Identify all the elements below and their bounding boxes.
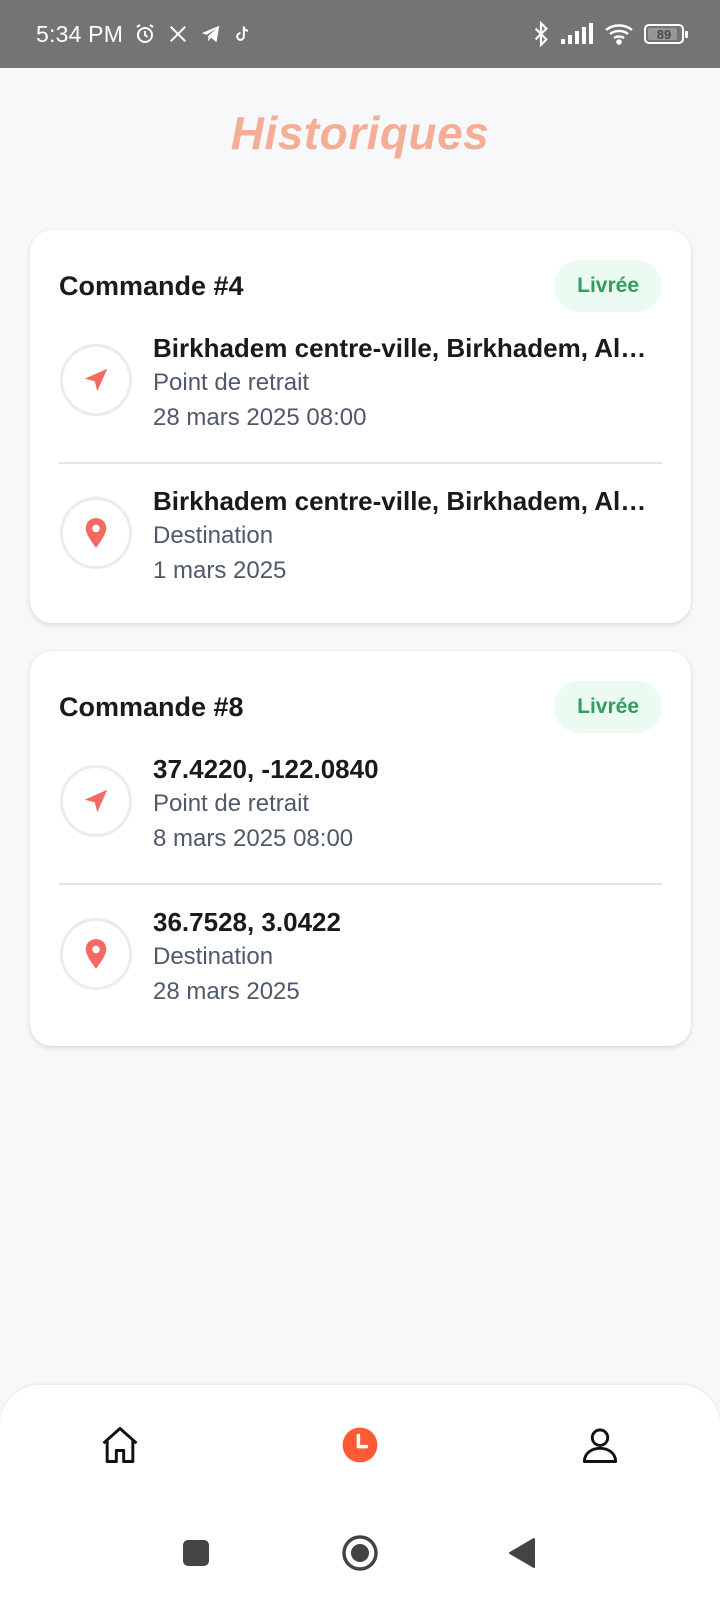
signal-icon [560, 23, 594, 45]
order-card-header: Commande #4 Livrée [59, 260, 662, 312]
pickup-label: Point de retrait [153, 790, 310, 817]
back-button[interactable] [494, 1525, 550, 1581]
pickup-date: 8 mars 2025 08:00 [153, 825, 354, 852]
order-card[interactable]: Commande #4 Livrée Birkhadem centre-vill… [30, 230, 691, 623]
nav-profile[interactable] [570, 1415, 630, 1475]
clock-icon [342, 1427, 378, 1463]
pickup-icon-circle [60, 344, 132, 416]
home-button[interactable] [332, 1525, 388, 1581]
back-triangle-icon [509, 1538, 535, 1568]
nav-history[interactable] [330, 1415, 390, 1475]
destination-date: 1 mars 2025 [153, 557, 287, 584]
destination-text: 36.7528, 3.0422 Destination 28 mars 2025 [153, 904, 662, 1010]
navigation-arrow-icon [84, 368, 108, 392]
destination-label: Destination [153, 943, 274, 970]
pickup-text: 37.4220, -122.0840 Point de retrait 8 ma… [153, 751, 662, 857]
pickup-icon-circle [60, 765, 132, 837]
system-nav-bar [0, 1525, 720, 1585]
destination-label: Destination [153, 522, 274, 549]
wifi-icon [604, 22, 634, 46]
order-title: Commande #8 [59, 691, 244, 722]
pickup-stop: Birkhadem centre-ville, Birkhadem, Algér… [59, 330, 662, 450]
divider [59, 883, 662, 885]
circle-home-icon [342, 1535, 378, 1571]
destination-date: 28 mars 2025 [153, 978, 300, 1005]
nav-home[interactable] [90, 1415, 150, 1475]
pickup-label: Point de retrait [153, 369, 310, 396]
status-time: 5:34 PM [36, 20, 124, 47]
square-icon [183, 1540, 209, 1566]
destination-stop: Birkhadem centre-ville, Birkhadem, Algér… [59, 483, 662, 603]
order-card-header: Commande #8 Livrée [59, 681, 662, 733]
pickup-address: 37.4220, -122.0840 [153, 754, 379, 784]
divider [59, 462, 662, 464]
page-title: Historiques [230, 107, 490, 159]
x-icon [167, 23, 189, 45]
location-pin-icon [85, 518, 107, 548]
destination-stop: 36.7528, 3.0422 Destination 28 mars 2025 [59, 904, 662, 1024]
battery-indicator: 89 [644, 24, 688, 44]
pickup-date: 28 mars 2025 08:00 [153, 404, 367, 431]
home-icon [102, 1427, 138, 1463]
status-badge: Livrée [554, 260, 662, 312]
pickup-text: Birkhadem centre-ville, Birkhadem, Algér… [153, 330, 662, 436]
status-badge: Livrée [554, 681, 662, 733]
pickup-address: Birkhadem centre-ville, Birkhadem, Algér… [153, 333, 662, 363]
location-pin-icon [85, 939, 107, 969]
destination-address: 36.7528, 3.0422 [153, 907, 341, 937]
status-left: 5:34 PM [36, 21, 253, 48]
telegram-icon [199, 23, 223, 45]
user-icon [582, 1428, 618, 1463]
status-bar: 5:34 PM 89 [0, 0, 720, 68]
status-right: 89 [532, 21, 688, 47]
bluetooth-icon [532, 21, 550, 47]
destination-text: Birkhadem centre-ville, Birkhadem, Algér… [153, 483, 662, 589]
destination-icon-circle [60, 918, 132, 990]
destination-icon-circle [60, 497, 132, 569]
tiktok-icon [233, 23, 253, 45]
order-title: Commande #4 [59, 270, 244, 301]
destination-address: Birkhadem centre-ville, Birkhadem, Algér… [153, 486, 662, 516]
alarm-icon [133, 22, 157, 46]
order-card[interactable]: Commande #8 Livrée 37.4220, -122.0840 Po… [30, 651, 691, 1046]
battery-level: 89 [656, 26, 672, 42]
navigation-arrow-icon [84, 789, 108, 813]
pickup-stop: 37.4220, -122.0840 Point de retrait 8 ma… [59, 751, 662, 871]
recent-apps-button[interactable] [168, 1525, 224, 1581]
